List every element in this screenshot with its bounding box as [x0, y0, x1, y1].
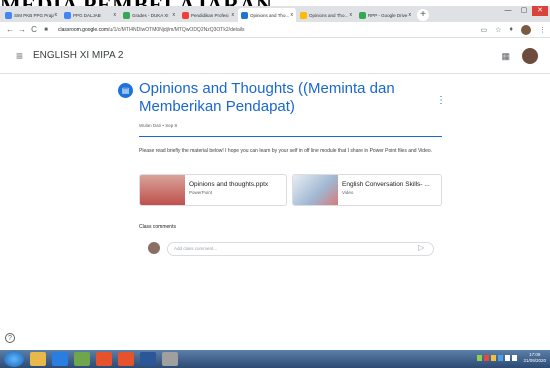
lock-icon: ■	[44, 26, 48, 33]
close-window-button[interactable]: ✕	[532, 6, 548, 16]
app-icon[interactable]	[74, 352, 90, 366]
comment-input[interactable]: Add class comment...	[167, 242, 434, 256]
tab-close-icon[interactable]: x	[55, 12, 58, 18]
tab-favicon-icon	[182, 11, 189, 19]
extension-icon[interactable]: ♦	[509, 26, 513, 33]
more-options-icon[interactable]: ⋮	[436, 95, 446, 106]
tab-close-icon[interactable]: x	[173, 12, 176, 18]
send-icon[interactable]: ▷	[418, 243, 424, 252]
menu-dots-icon[interactable]: ⋮	[539, 26, 546, 34]
attachment-title: Opinions and thoughts.pptx	[189, 181, 269, 188]
chrome-icon[interactable]	[96, 352, 112, 366]
help-icon[interactable]: ?	[5, 333, 15, 343]
word-icon[interactable]	[140, 352, 156, 366]
attachment-thumbnail	[140, 175, 185, 205]
taskbar: 17:09 21/09/2020	[0, 350, 550, 368]
clock-date: 21/09/2020	[523, 358, 546, 363]
tray-icon[interactable]	[477, 355, 483, 361]
system-tray: 17:09 21/09/2020	[475, 352, 546, 364]
tab-label: Pendidikan Profesi	[191, 12, 229, 18]
star-icon[interactable]: ☆	[495, 26, 501, 34]
apps-grid-icon[interactable]: ▦	[501, 51, 510, 62]
file-explorer-icon[interactable]	[30, 352, 46, 366]
media-player-icon[interactable]	[52, 352, 68, 366]
tab-close-icon[interactable]: x	[291, 12, 294, 18]
tab-close-icon[interactable]: x	[350, 12, 353, 18]
profile-avatar[interactable]	[521, 24, 531, 35]
title-divider	[139, 136, 442, 137]
tab-favicon-icon	[123, 11, 130, 19]
back-icon[interactable]: ←	[4, 25, 16, 34]
tray-icon[interactable]	[498, 355, 504, 361]
browser-tab[interactable]: SIM PKB PPG Prajab x	[2, 8, 60, 22]
new-tab-button[interactable]: +	[417, 9, 429, 21]
tab-favicon-icon	[5, 11, 12, 19]
cast-icon[interactable]: ▭	[481, 26, 488, 34]
url-host: classroom.google.com	[58, 26, 109, 33]
forward-icon[interactable]: →	[16, 25, 28, 34]
attachment-type: Video	[342, 190, 354, 195]
app-icon[interactable]	[162, 352, 178, 366]
tab-favicon-icon	[64, 11, 71, 19]
class-name[interactable]: ENGLISH XI MIPA 2	[33, 50, 123, 61]
reload-icon[interactable]: C	[28, 25, 40, 34]
tab-close-icon[interactable]: x	[232, 12, 235, 18]
app-icon[interactable]	[118, 352, 134, 366]
commenter-avatar	[148, 242, 160, 254]
tab-favicon-icon	[241, 11, 248, 19]
class-comments-label: Class comments	[139, 224, 176, 230]
tray-icon[interactable]	[491, 355, 497, 361]
post-title: Opinions and Thoughts ((Meminta dan Memb…	[139, 80, 395, 115]
tab-label: RPP - Google Drive	[368, 12, 408, 18]
window-controls: — ▢ ✕	[500, 6, 548, 16]
address-bar: ← → C ■ classroom.google.com/u/1/c/MTI4N…	[0, 22, 550, 38]
tab-label: Opinions and Tho...	[250, 12, 290, 18]
attachment-card[interactable]: English Conversation Skills- ... Video	[292, 174, 442, 206]
start-button[interactable]	[4, 351, 24, 367]
url-path: /u/1/c/MTI4NDIwOTM0Njdj/m/MTQwODQ2NzQ3OT…	[108, 26, 245, 33]
minimize-button[interactable]: —	[500, 6, 516, 16]
tab-close-icon[interactable]: x	[409, 12, 412, 18]
tab-label: Opinions and Tho...	[309, 12, 349, 18]
app-header: ≡ ENGLISH XI MIPA 2 ▦	[0, 38, 550, 74]
tab-favicon-icon	[300, 11, 307, 19]
tab-label: Grades - DUKA XI	[132, 12, 169, 18]
assignment-icon: ▤	[118, 83, 133, 98]
volume-icon[interactable]	[505, 355, 511, 361]
tray-icon[interactable]	[484, 355, 490, 361]
account-avatar[interactable]	[522, 48, 538, 64]
tab-label: SIM PKB PPG Prajab	[14, 12, 54, 18]
hamburger-menu-icon[interactable]: ≡	[16, 49, 23, 63]
maximize-button[interactable]: ▢	[516, 6, 532, 16]
attachment-card[interactable]: Opinions and thoughts.pptx PowerPoint	[139, 174, 287, 206]
browser-tab[interactable]: RPP - Google Drive x	[356, 8, 414, 22]
attachment-thumbnail	[293, 175, 338, 205]
tab-favicon-icon	[359, 11, 366, 19]
network-icon[interactable]	[512, 355, 518, 361]
post-meta: Wulan Dari • Sep 8	[139, 123, 178, 128]
browser-tab[interactable]: Opinions and Tho... x	[297, 8, 355, 22]
attachment-type: PowerPoint	[189, 190, 213, 195]
browser-tab[interactable]: Grades - DUKA XI x	[120, 8, 178, 22]
post-description: Please read briefly the material below! …	[139, 148, 433, 154]
browser-tab-bar: SIM PKB PPG Prajab x PPG DALJAB x Grades -…	[0, 6, 550, 22]
tab-label: PPG DALJAB	[73, 12, 101, 18]
tab-close-icon[interactable]: x	[114, 12, 117, 18]
browser-tab[interactable]: Pendidikan Profesi x	[179, 8, 237, 22]
url-field[interactable]: classroom.google.com/u/1/c/MTI4NDIwOTM0N…	[58, 27, 473, 33]
browser-tab-active[interactable]: Opinions and Tho... x	[238, 8, 296, 22]
attachment-title: English Conversation Skills- ...	[342, 181, 430, 188]
browser-tab[interactable]: PPG DALJAB x	[61, 8, 119, 22]
clock[interactable]: 17:09 21/09/2020	[523, 352, 546, 364]
